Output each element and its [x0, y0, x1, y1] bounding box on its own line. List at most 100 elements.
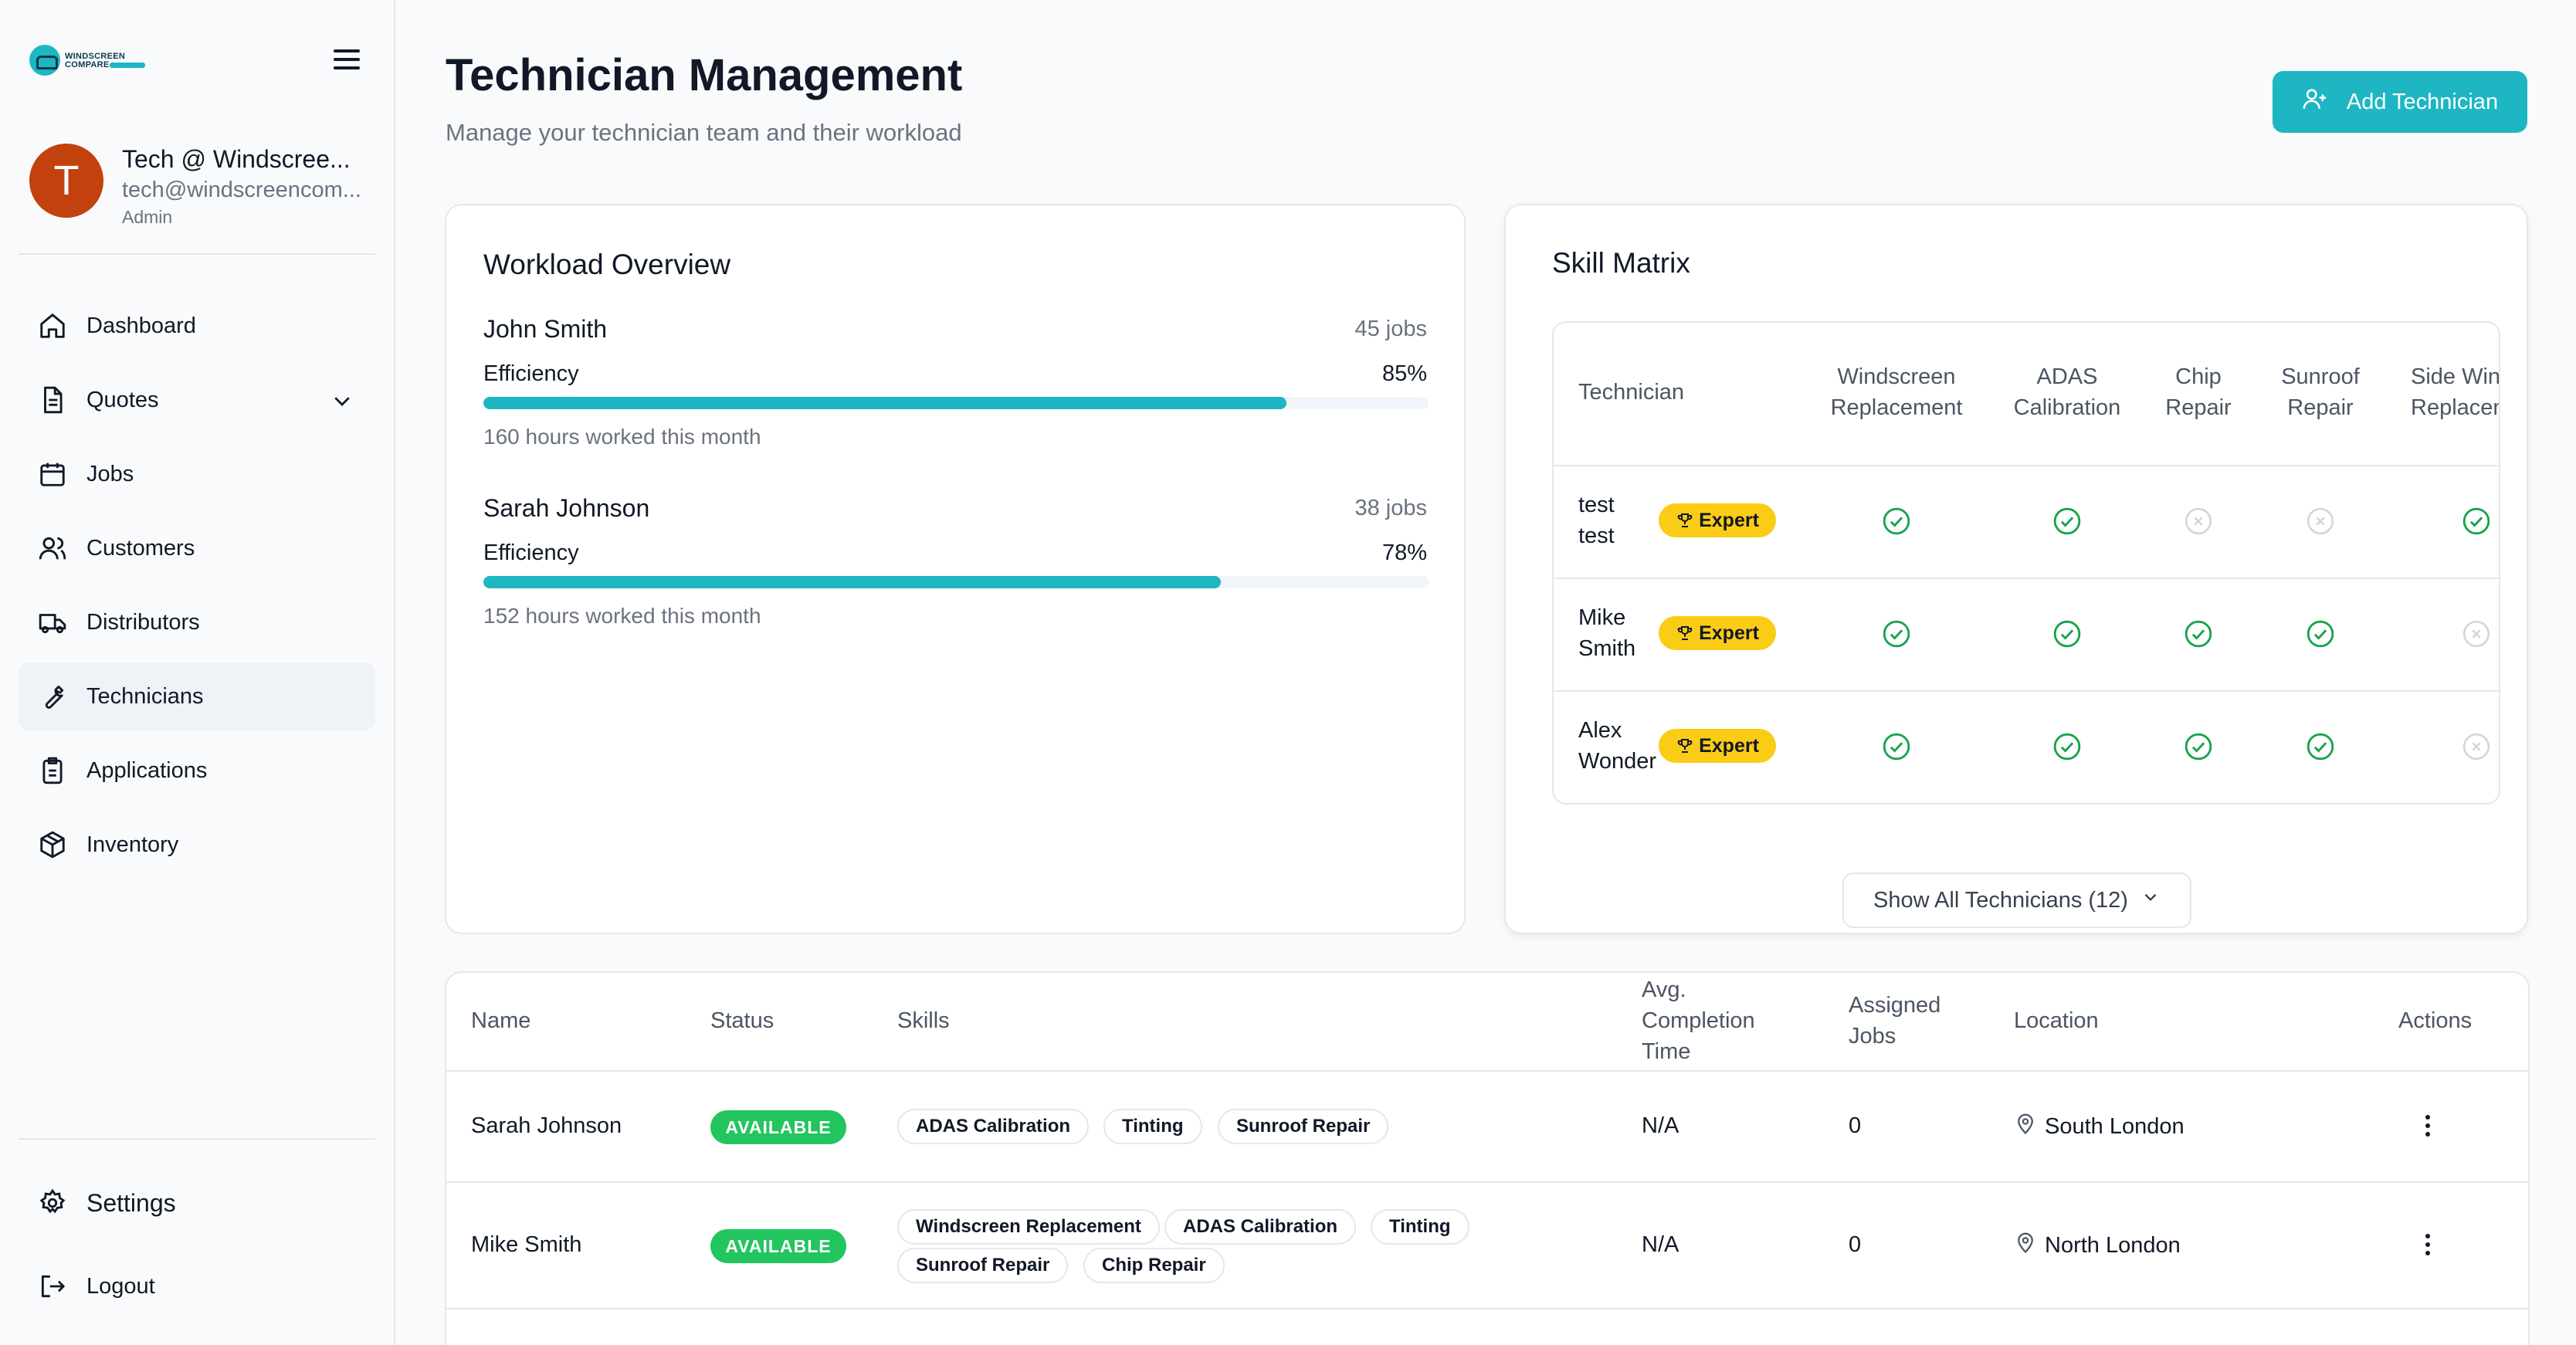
sidebar-item-settings[interactable]: Settings: [19, 1169, 375, 1237]
check-circle-icon: [2052, 732, 2082, 761]
efficiency-progress-fill: [483, 397, 1287, 409]
wrench-icon: [37, 681, 68, 712]
sidebar-item-label: Customers: [86, 535, 195, 561]
more-actions-icon[interactable]: [2425, 1115, 2431, 1137]
technicians-table: Name Status Skills Avg. Completion Time As…: [445, 971, 2530, 1345]
add-technician-label: Add Technician: [2346, 89, 2499, 114]
location: North London: [2014, 1231, 2181, 1260]
expert-badge: Expert: [1659, 503, 1776, 537]
check-circle-icon: [2052, 506, 2082, 536]
workload-jobs: 45 jobs: [1354, 317, 1427, 341]
efficiency-value: 78%: [1381, 540, 1427, 565]
sidebar-item-label: Distributors: [86, 609, 200, 635]
hours-worked: 152 hours worked this month: [483, 604, 761, 628]
sidebar-item-logout[interactable]: Logout: [19, 1252, 375, 1320]
check-circle-icon: [2184, 732, 2213, 761]
sidebar-item-label: Inventory: [86, 832, 179, 857]
skill-matrix-technician: Mike Smith: [1578, 605, 1636, 661]
assigned-jobs: 0: [1849, 1232, 1862, 1257]
technician-name[interactable]: Mike Smith: [471, 1232, 581, 1258]
clipboard-icon: [37, 755, 68, 786]
column-header-status: Status: [710, 1008, 774, 1033]
sidebar-item-technicians[interactable]: Technicians: [19, 662, 375, 730]
user-plus-icon: [2302, 86, 2328, 118]
show-all-label: Show All Technicians (12): [1873, 887, 2128, 913]
sidebar-item-inventory[interactable]: Inventory: [19, 811, 375, 879]
user-profile[interactable]: T Tech @ Windscree... tech@windscreencom…: [29, 144, 361, 229]
gear-icon: [37, 1187, 68, 1218]
sidebar-item-label: Jobs: [86, 461, 134, 486]
column-header-adas: ADAS Calibration: [2013, 364, 2121, 420]
hamburger-menu-icon[interactable]: [334, 49, 360, 71]
efficiency-progress-fill: [483, 576, 1221, 588]
expert-badge-label: Expert: [1699, 509, 1759, 531]
more-actions-icon[interactable]: [2425, 1234, 2431, 1255]
expert-badge-label: Expert: [1699, 622, 1759, 644]
efficiency-label: Efficiency: [483, 361, 579, 386]
check-circle-icon: [1882, 619, 1911, 649]
sidebar-item-label: Applications: [86, 757, 208, 783]
column-header-avg-completion: Avg. Completion Time: [1642, 977, 1755, 1064]
avg-completion-time: N/A: [1642, 1232, 1679, 1257]
check-circle-icon: [1882, 732, 1911, 761]
sidebar-item-dashboard[interactable]: Dashboard: [19, 292, 375, 360]
skill-chip: Tinting: [1371, 1209, 1469, 1245]
avg-completion-time: N/A: [1642, 1113, 1679, 1138]
column-header-chip: Chip Repair: [2165, 364, 2232, 420]
skill-chip: Chip Repair: [1083, 1248, 1225, 1283]
sidebar-item-quotes[interactable]: Quotes: [19, 366, 375, 434]
workload-tech-name: John Smith: [483, 315, 608, 343]
chevron-down-icon: [2140, 887, 2161, 913]
package-icon: [37, 829, 68, 860]
skill-chip: ADAS Calibration: [897, 1109, 1090, 1144]
skill-matrix-table: Technician Windscreen Replacement ADAS Cal…: [1552, 321, 2500, 805]
x-circle-icon: [2462, 619, 2491, 649]
page-title: Technician Management: [446, 50, 963, 100]
efficiency-progress-bar: [483, 397, 1429, 409]
card-title: Workload Overview: [483, 249, 731, 280]
workload-overview-card: Workload Overview John Smith 45 jobs Eff…: [445, 204, 1466, 934]
column-header-assigned-jobs: Assigned Jobs: [1849, 993, 1941, 1049]
page-subtitle: Manage your technician team and their wo…: [446, 119, 962, 146]
trophy-icon: [1677, 739, 1693, 753]
assigned-jobs: 0: [1849, 1113, 1862, 1138]
x-circle-icon: [2184, 506, 2213, 536]
sidebar: WINDSCREEN COMPARE T Tech @ Windscree... …: [0, 0, 395, 1345]
status-badge: AVAILABLE: [710, 1110, 846, 1144]
sidebar-item-applications[interactable]: Applications: [19, 737, 375, 805]
trophy-icon: [1677, 626, 1693, 640]
x-circle-icon: [2462, 732, 2491, 761]
brand-logo[interactable]: WINDSCREEN COMPARE: [29, 45, 145, 76]
expert-badge: Expert: [1659, 729, 1776, 763]
check-circle-icon: [2052, 619, 2082, 649]
sidebar-item-jobs[interactable]: Jobs: [19, 440, 375, 508]
technician-name[interactable]: Sarah Johnson: [471, 1113, 622, 1139]
sidebar-item-distributors[interactable]: Distributors: [19, 588, 375, 656]
map-pin-icon: [2014, 1231, 2037, 1260]
column-header-name: Name: [471, 1008, 531, 1033]
skill-matrix-card: Skill Matrix Technician Windscreen Replac…: [1504, 204, 2528, 934]
check-circle-icon: [2306, 732, 2335, 761]
check-circle-icon: [2306, 619, 2335, 649]
divider: [19, 1138, 375, 1140]
user-email: tech@windscreencom...: [122, 178, 361, 202]
column-header-side-window: Side WinReplacem: [2411, 364, 2500, 420]
location: South London: [2014, 1112, 2185, 1141]
show-all-technicians-button[interactable]: Show All Technicians (12): [1842, 872, 2191, 928]
sidebar-item-label: Logout: [86, 1273, 155, 1299]
sidebar-item-customers[interactable]: Customers: [19, 514, 375, 582]
main-content: Technician Management Manage your techni…: [395, 0, 2576, 1345]
chevron-down-icon[interactable]: [330, 389, 354, 418]
card-title: Skill Matrix: [1552, 247, 1690, 279]
check-circle-icon: [1882, 506, 1911, 536]
sidebar-item-label: Settings: [86, 1188, 176, 1217]
efficiency-value: 85%: [1381, 361, 1427, 386]
status-badge: AVAILABLE: [710, 1229, 846, 1263]
column-header-skills: Skills: [897, 1008, 950, 1033]
location-text: North London: [2045, 1232, 2181, 1258]
add-technician-button[interactable]: Add Technician: [2273, 71, 2527, 133]
user-name: Tech @ Windscree...: [122, 145, 351, 173]
skill-chip: Tinting: [1103, 1109, 1202, 1144]
user-role: Admin: [122, 207, 173, 227]
efficiency-progress-bar: [483, 576, 1429, 588]
